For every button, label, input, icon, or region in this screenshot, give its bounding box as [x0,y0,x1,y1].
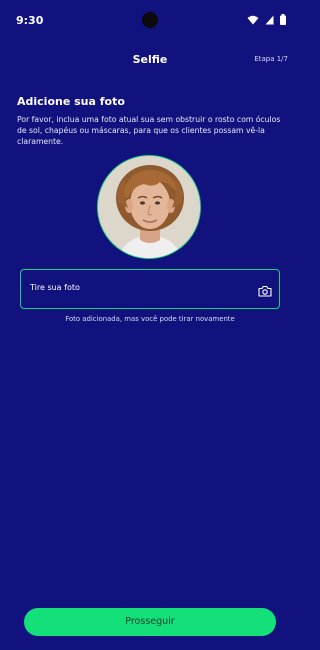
signal-icon [265,15,274,25]
header: Selfie Etapa 1/7 [0,44,300,74]
wifi-icon [247,15,259,25]
section-title: Adicione sua foto [17,95,125,108]
status-time: 9:30 [16,14,44,27]
continue-button[interactable]: Prosseguir [24,608,276,636]
battery-icon [280,14,286,25]
selfie-photo [97,155,201,259]
status-bar: 9:30 [0,0,300,42]
section-description: Por favor, inclua uma foto atual sua sem… [17,115,281,147]
status-icons [247,14,286,25]
step-indicator: Etapa 1/7 [254,55,288,63]
camera-icon[interactable] [258,282,272,297]
take-photo-label: Tire sua foto [30,283,80,292]
photo-status-hint: Foto adicionada, mas você pode tirar nov… [65,315,235,323]
front-camera-notch [142,12,158,28]
take-photo-field[interactable]: Tire sua foto [20,269,280,309]
